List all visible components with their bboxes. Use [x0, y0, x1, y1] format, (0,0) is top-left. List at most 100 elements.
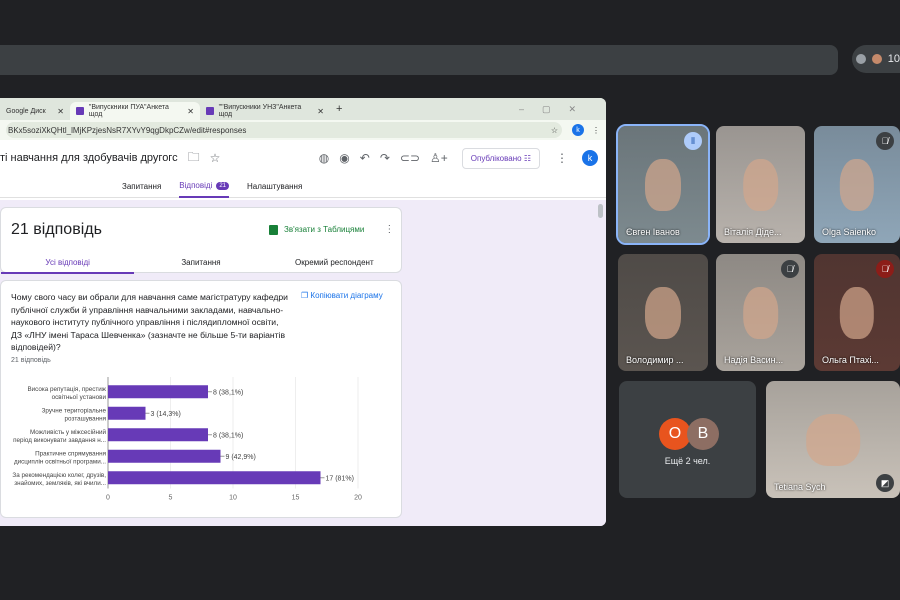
link-to-sheets-button[interactable]: Зв'язати з Таблицями ⋮	[269, 224, 394, 235]
copy-chart-button[interactable]: ❐ Копіювати діаграму	[301, 291, 383, 300]
close-icon[interactable]: ✕	[317, 107, 324, 116]
category-label: освітньої установи	[52, 393, 107, 401]
account-avatar[interactable]: k	[582, 150, 598, 166]
x-tick-label: 20	[354, 495, 362, 502]
folder-icon[interactable]: 🗀	[188, 148, 200, 169]
tab-summary[interactable]: Усі відповіді	[1, 252, 135, 274]
redo-icon[interactable]: ↷	[380, 151, 390, 165]
tab-label: Налаштування	[247, 182, 303, 191]
bar	[108, 385, 208, 399]
copy-chart-label: Копіювати діаграму	[310, 291, 383, 300]
data-label: 3 (14,3%)	[151, 411, 181, 418]
new-tab-button[interactable]: +	[336, 103, 342, 115]
category-label: Зручне територіальне	[42, 406, 107, 414]
url-text: BKx5soziXkQHtl_lMjKPzjesNsR7XYvY9qgDkpCZ…	[8, 125, 247, 135]
participant-name: Olga Saienko	[822, 227, 877, 237]
presentation-bar	[0, 45, 838, 75]
close-icon[interactable]: ✕	[187, 107, 194, 116]
menu-icon[interactable]: ⋮	[592, 126, 600, 135]
scrollbar[interactable]	[598, 204, 603, 218]
palette-icon[interactable]: ◍	[319, 151, 329, 165]
x-tick-label: 5	[169, 495, 173, 502]
tab-settings[interactable]: Налаштування	[247, 176, 302, 198]
category-label: період виконувати завдання н...	[13, 436, 106, 444]
pip-icon[interactable]: ◩	[876, 474, 894, 492]
bar	[108, 449, 221, 463]
tab-responses[interactable]: Відповіді 21	[179, 176, 230, 198]
participant-tile[interactable]: Tetiana Sych ◩	[766, 381, 900, 498]
participant-tile[interactable]: Надія Васин... 🎙̸	[716, 254, 805, 371]
participant-count: 10	[887, 53, 900, 65]
undo-icon[interactable]: ↶	[360, 151, 370, 165]
data-label: 9 (42,9%)	[226, 454, 256, 461]
sheets-icon	[269, 224, 278, 235]
forms-icon	[76, 107, 84, 115]
browser-tab[interactable]: ""Випускники УНЗ"Анкета щод ✕	[200, 102, 330, 120]
participant-video	[742, 158, 779, 212]
category-label: розташування	[65, 415, 106, 422]
forms-icon	[206, 107, 214, 115]
x-tick-label: 0	[106, 495, 110, 502]
participant-tile[interactable]: Віталія Діде...	[716, 126, 805, 243]
participant-video	[645, 286, 681, 340]
window-controls[interactable]: –▢✕	[519, 104, 594, 115]
tab-title: ""Випускники УНЗ"Анкета щод	[218, 104, 302, 118]
tab-question[interactable]: Запитання	[134, 252, 267, 274]
participant-tile[interactable]: Olga Saienko 🎙̸	[814, 126, 900, 243]
participant-name: Володимир ...	[626, 355, 684, 365]
published-label: Опубліковано	[470, 153, 522, 163]
published-button[interactable]: Опубліковано ☷	[461, 147, 540, 169]
participant-tile[interactable]: Володимир ...	[618, 254, 708, 371]
participant-video	[806, 413, 860, 467]
close-icon[interactable]: ✕	[57, 107, 64, 116]
tab-questions[interactable]: Запитання	[122, 176, 161, 198]
avatar-stack-icon	[856, 54, 866, 64]
profile-avatar[interactable]: k	[572, 124, 584, 136]
responses-heading: 21 відповідь	[11, 221, 102, 238]
data-label: 8 (38,1%)	[213, 389, 243, 396]
link-label: Зв'язати з Таблицями	[284, 225, 365, 234]
preview-eye-icon[interactable]: ◉	[339, 151, 349, 165]
tab-individual[interactable]: Окремий респондент	[268, 252, 401, 274]
participants-button[interactable]: 10	[852, 45, 900, 73]
avatar-stack-icon	[871, 54, 882, 64]
category-label: Висока репутація, престиж	[27, 385, 106, 393]
data-label: 17 (81%)	[326, 475, 354, 482]
star-icon[interactable]: ☆	[210, 151, 221, 165]
summary-tabs: Усі відповіді Запитання Окремий респонде…	[1, 252, 401, 274]
data-label: 8 (38,1%)	[213, 432, 243, 439]
tab-title: Google Диск	[6, 107, 46, 115]
link-icon[interactable]: ⊂⊃	[400, 151, 420, 165]
more-participants-tile[interactable]: O B Ещё 2 чел.	[619, 381, 756, 498]
browser-tab[interactable]: Google Диск ✕	[0, 102, 70, 120]
participant-video	[839, 158, 875, 212]
participant-tile[interactable]: Євген Іванов ⫴	[616, 124, 710, 245]
mic-off-icon: 🎙̸	[876, 260, 894, 278]
responses-content: 21 відповідь Зв'язати з Таблицями ⋮ Усі в…	[0, 200, 606, 526]
participant-name: Євген Іванов	[626, 227, 680, 237]
participant-name: Надія Васин...	[724, 355, 784, 365]
tab-label: Відповіді	[179, 181, 213, 190]
more-icon[interactable]: ⋮	[556, 151, 568, 165]
add-collaborator-icon[interactable]: ♙+	[430, 151, 448, 165]
url-input[interactable]: BKx5soziXkQHtl_lMjKPzjesNsR7XYvY9qgDkpCZ…	[6, 122, 562, 138]
bar-chart: 0 5 10 15 20 8 (38,1%) Висока репутація, прест…	[12, 377, 362, 502]
tab-strip: Google Диск ✕ "Випускники ПУА"Анкета щод ✕…	[0, 98, 606, 120]
bar	[108, 406, 146, 420]
responses-summary-card: 21 відповідь Зв'язати з Таблицями ⋮ Усі в…	[0, 207, 402, 274]
category-label: Можливість у міжсесійний	[30, 428, 107, 436]
star-icon[interactable]: ☆	[551, 126, 558, 135]
category-label: знайомих, земляків, які вчили...	[14, 479, 106, 487]
form-title[interactable]: ті навчання для здобувачів другогс	[0, 152, 178, 164]
tab-title: "Випускники ПУА"Анкета щод	[88, 104, 169, 118]
participant-tile[interactable]: Ольга Птахі... 🎙̸	[814, 254, 900, 371]
participant-name: Ольга Птахі...	[822, 355, 879, 365]
question-response-count: 21 відповідь	[11, 357, 51, 364]
form-tabs: Запитання Відповіді 21 Налаштування	[0, 176, 606, 198]
more-icon[interactable]: ⋮	[384, 224, 394, 235]
x-tick-label: 10	[229, 495, 237, 502]
category-label: Практичне спрямування	[35, 450, 106, 457]
address-bar-row: BKx5soziXkQHtl_lMjKPzjesNsR7XYvY9qgDkpCZ…	[0, 120, 606, 140]
participant-video	[839, 286, 875, 340]
browser-tab[interactable]: "Випускники ПУА"Анкета щод ✕	[70, 102, 200, 120]
